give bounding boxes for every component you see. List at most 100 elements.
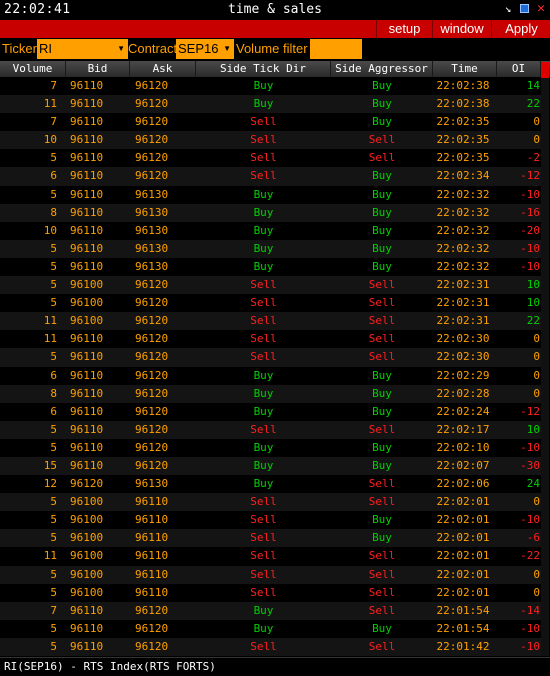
cell-side-aggressor: Buy: [372, 223, 392, 237]
cell-volume: 5: [50, 440, 57, 454]
scrollbar[interactable]: [541, 62, 549, 656]
cell-volume: 5: [50, 241, 57, 255]
menu-bar: setup window Apply: [0, 20, 550, 38]
cell-bid: 96110: [70, 241, 104, 255]
cell-side-aggressor: Sell: [368, 477, 396, 491]
table-row[interactable]: 7 96110 96120 Buy Sell 22:01:54 -14: [0, 601, 541, 620]
cell-oi: 22: [526, 97, 540, 111]
volume-filter-label: Volume filter: [236, 41, 308, 56]
cell-bid: 96100: [70, 513, 104, 527]
cell-time: 22:02:17: [436, 422, 490, 436]
cell-ask: 96120: [135, 133, 169, 147]
cell-volume: 11: [43, 332, 57, 346]
cell-time: 22:02:06: [436, 477, 490, 491]
cell-side-tick-dir: Buy: [253, 187, 274, 201]
cell-oi: -20: [520, 223, 540, 237]
window-button[interactable]: window: [432, 20, 491, 38]
cell-ask: 96130: [135, 477, 169, 491]
cell-oi: 10: [526, 296, 540, 310]
table-row[interactable]: 11 96110 96120 Sell Sell 22:02:30 0: [0, 330, 541, 349]
cell-time: 22:02:38: [436, 79, 490, 92]
cell-bid: 96110: [70, 169, 104, 183]
cell-oi: 0: [533, 386, 540, 400]
cell-ask: 96120: [135, 97, 169, 111]
table-row[interactable]: 5 96110 96120 Sell Sell 22:02:17 10: [0, 420, 541, 439]
contract-select[interactable]: SEP16 ▼: [176, 39, 234, 59]
table-row[interactable]: 6 96110 96120 Sell Buy 22:02:34 -12: [0, 167, 541, 186]
volume-filter-input[interactable]: [310, 39, 362, 59]
table-row[interactable]: 11 96100 96120 Sell Sell 22:02:31 22: [0, 312, 541, 331]
table-row[interactable]: 5 96110 96130 Buy Buy 22:02:32 -10: [0, 239, 541, 258]
table-row[interactable]: 10 96110 96130 Buy Buy 22:02:32 -20: [0, 221, 541, 240]
col-volume[interactable]: Volume: [0, 61, 66, 77]
table-row[interactable]: 5 96100 96110 Sell Sell 22:02:01 0: [0, 493, 541, 512]
cell-time: 22:02:32: [436, 241, 490, 255]
table-row[interactable]: 12 96120 96130 Buy Sell 22:02:06 24: [0, 475, 541, 494]
cell-side-tick-dir: Sell: [250, 639, 277, 653]
col-time[interactable]: Time: [433, 61, 497, 77]
cell-bid: 96110: [70, 79, 104, 92]
col-side-tick-dir[interactable]: Side Tick Dir: [196, 61, 331, 77]
scrollbar-thumb[interactable]: [541, 62, 549, 78]
cell-bid: 96110: [70, 639, 104, 653]
table-row[interactable]: 5 96100 96120 Sell Sell 22:02:31 10: [0, 276, 541, 295]
cell-bid: 96110: [70, 332, 104, 346]
cell-time: 22:02:32: [436, 205, 490, 219]
table-row[interactable]: 10 96110 96120 Sell Sell 22:02:35 0: [0, 131, 541, 150]
cell-bid: 96110: [70, 259, 104, 273]
col-oi[interactable]: OI: [497, 61, 541, 77]
cell-side-aggressor: Buy: [372, 404, 392, 418]
maximize-icon[interactable]: [519, 3, 531, 15]
cell-time: 22:02:01: [436, 549, 490, 563]
cell-ask: 96120: [135, 79, 169, 92]
cell-time: 22:02:01: [436, 585, 490, 599]
apply-button[interactable]: Apply: [491, 20, 550, 38]
cell-side-aggressor: Buy: [372, 79, 392, 92]
cell-ask: 96120: [135, 639, 169, 653]
table-row[interactable]: 5 96100 96110 Sell Buy 22:02:01 -10: [0, 511, 541, 530]
cell-side-tick-dir: Buy: [253, 440, 274, 454]
table-row[interactable]: 5 96110 96130 Buy Buy 22:02:32 -10: [0, 257, 541, 277]
col-ask[interactable]: Ask: [130, 61, 196, 77]
table-row[interactable]: 5 96110 96120 Buy Buy 22:01:54 -10: [0, 619, 541, 638]
table-row[interactable]: 5 96100 96110 Sell Sell 22:02:01 0: [0, 565, 541, 584]
table-row[interactable]: 11 96100 96110 Sell Sell 22:02:01 -22: [0, 547, 541, 566]
table-row[interactable]: 5 96100 96120 Sell Sell 22:02:31 10: [0, 294, 541, 313]
cell-volume: 11: [43, 549, 57, 563]
cell-bid: 96110: [70, 458, 104, 472]
table-row[interactable]: 8 96110 96130 Buy Buy 22:02:32 -16: [0, 203, 541, 222]
cell-side-aggressor: Sell: [368, 133, 396, 147]
table-row[interactable]: 7 96110 96120 Buy Buy 22:02:38 14: [0, 77, 541, 96]
table-row[interactable]: 7 96110 96120 Sell Buy 22:02:35 0: [0, 113, 541, 132]
cell-ask: 96130: [135, 241, 169, 255]
cell-side-aggressor: Sell: [368, 639, 396, 653]
table-row[interactable]: 6 96110 96120 Buy Buy 22:02:29 0: [0, 366, 541, 385]
table-row[interactable]: 11 96110 96120 Buy Buy 22:02:38 22: [0, 95, 541, 114]
cell-time: 22:02:32: [436, 187, 490, 201]
cell-ask: 96120: [135, 115, 169, 129]
cell-side-aggressor: Sell: [368, 603, 396, 617]
col-bid[interactable]: Bid: [66, 61, 130, 77]
cell-time: 22:02:29: [436, 368, 490, 382]
minimize-icon[interactable]: ↘: [502, 3, 514, 15]
table-row[interactable]: 6 96110 96120 Buy Buy 22:02:24 -12: [0, 402, 541, 421]
table-row[interactable]: 5 96110 96130 Buy Buy 22:02:32 -10: [0, 185, 541, 204]
table-row[interactable]: 8 96110 96120 Buy Buy 22:02:28 0: [0, 384, 541, 403]
col-side-aggressor[interactable]: Side Aggressor: [331, 61, 433, 77]
table-row[interactable]: 5 96100 96110 Sell Sell 22:02:01 0: [0, 583, 541, 602]
table-row[interactable]: 5 96110 96120 Sell Sell 22:02:35 -2: [0, 149, 541, 168]
cell-ask: 96110: [135, 513, 169, 527]
ticker-select[interactable]: RI ▼: [37, 39, 128, 59]
table-row[interactable]: 5 96110 96120 Sell Sell 22:01:42 -10: [0, 637, 541, 656]
table-row[interactable]: 15 96110 96120 Buy Buy 22:02:07 -30: [0, 456, 541, 476]
table-row[interactable]: 5 96100 96110 Sell Buy 22:02:01 -6: [0, 529, 541, 548]
close-icon[interactable]: ✕: [535, 2, 547, 15]
cell-time: 22:02:34: [436, 169, 490, 183]
table-row[interactable]: 5 96110 96120 Sell Sell 22:02:30 0: [0, 348, 541, 367]
table-row[interactable]: 5 96110 96120 Buy Buy 22:02:10 -10: [0, 438, 541, 457]
cell-oi: -10: [520, 621, 540, 635]
cell-side-tick-dir: Buy: [253, 205, 274, 219]
setup-button[interactable]: setup: [376, 20, 432, 38]
cell-side-tick-dir: Sell: [250, 151, 277, 165]
cell-side-tick-dir: Buy: [253, 621, 274, 635]
